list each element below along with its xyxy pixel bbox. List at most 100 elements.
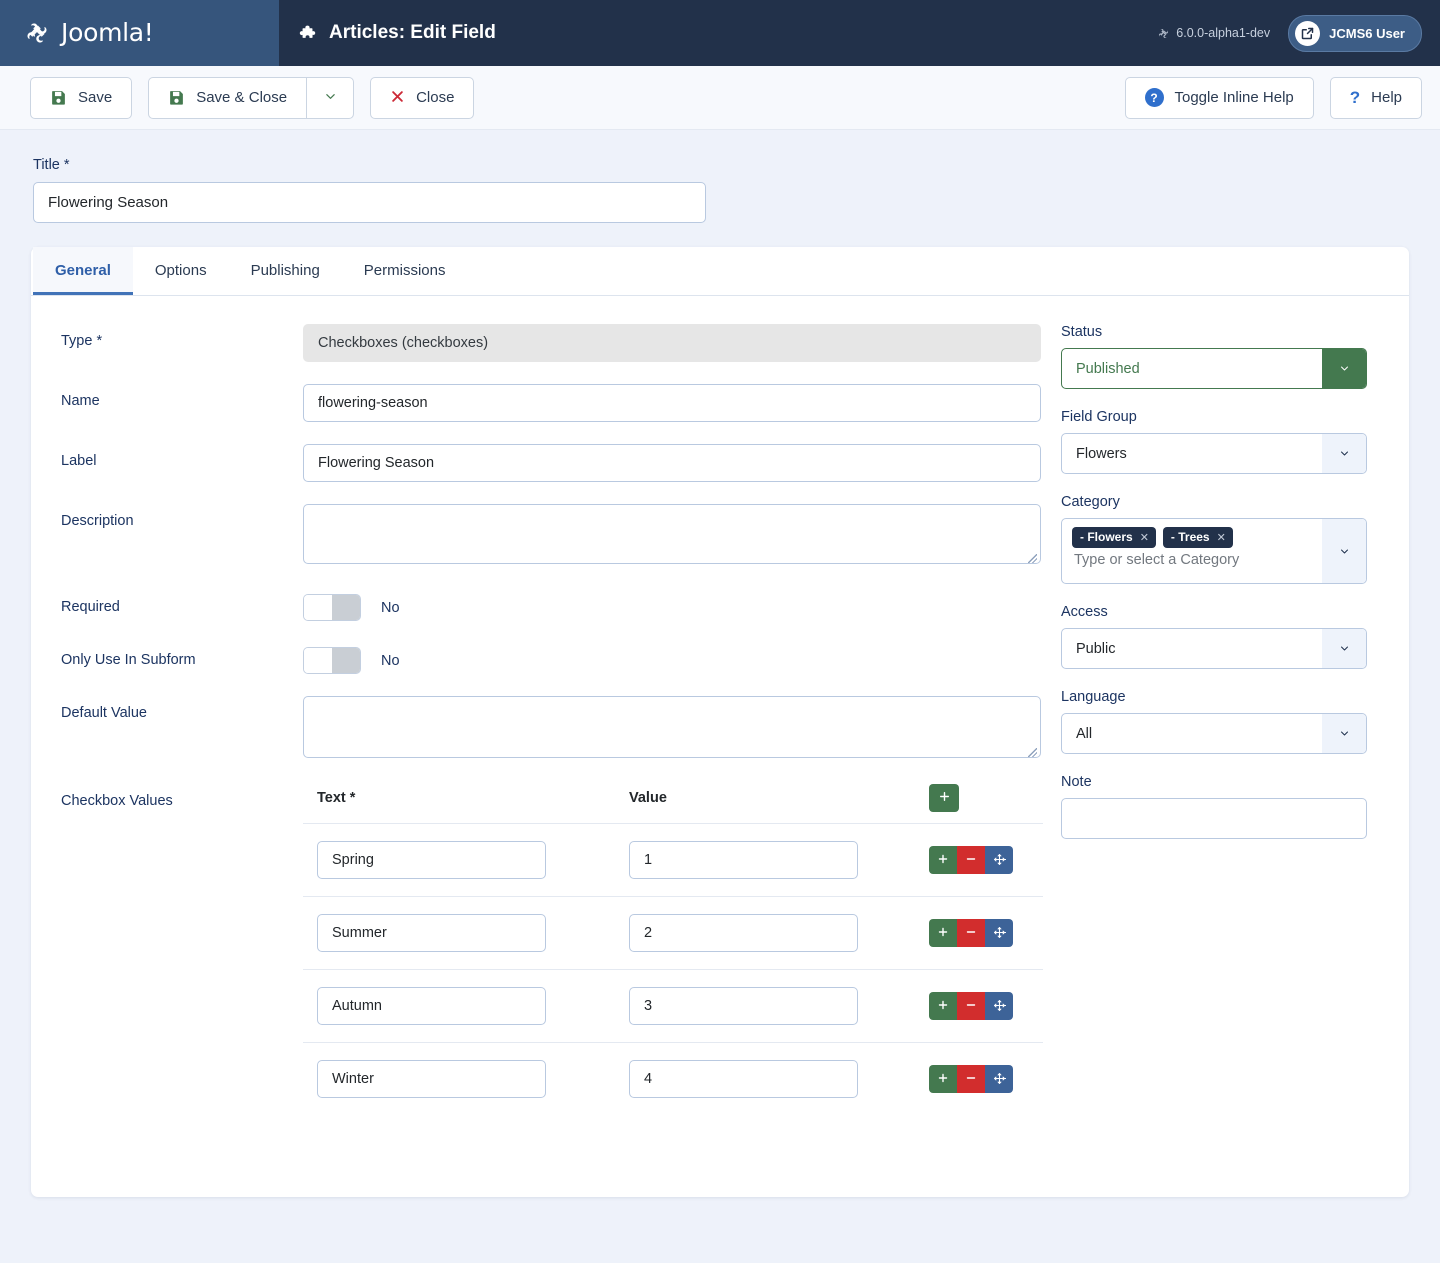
required-toggle[interactable] xyxy=(303,594,361,621)
close-button[interactable]: Close xyxy=(370,77,474,119)
toggle-inline-help-label: Toggle Inline Help xyxy=(1175,89,1294,106)
name-input[interactable] xyxy=(303,384,1041,422)
field-group-select[interactable]: Flowers xyxy=(1061,433,1367,474)
row-remove-button[interactable] xyxy=(957,919,985,947)
tab-general[interactable]: General xyxy=(33,247,133,295)
table-row xyxy=(303,823,1043,896)
field-row-required: Required No xyxy=(61,590,1051,621)
chevron-down-icon xyxy=(1322,349,1366,388)
external-link-icon xyxy=(1295,21,1320,46)
language-value: All xyxy=(1062,714,1322,753)
user-name: JCMS6 User xyxy=(1329,26,1405,41)
app-header: Joomla! Articles: Edit Field 6.0.0-alpha… xyxy=(0,0,1440,66)
toggle-inline-help-button[interactable]: ? Toggle Inline Help xyxy=(1125,77,1314,119)
save-button-label: Save xyxy=(78,89,112,106)
title-input[interactable] xyxy=(33,182,706,223)
tab-publishing[interactable]: Publishing xyxy=(229,247,342,295)
sidebar-field-category: Category - Flowers✕- Trees✕ Type or sele… xyxy=(1061,494,1391,584)
row-actions xyxy=(927,919,1013,947)
row-move-handle[interactable] xyxy=(985,992,1013,1020)
row-remove-button[interactable] xyxy=(957,1065,985,1093)
row-text-input[interactable] xyxy=(317,841,546,879)
column-header-text: Text * xyxy=(303,790,615,806)
row-value-input[interactable] xyxy=(629,841,858,879)
required-toggle-state: No xyxy=(381,600,400,616)
row-add-button[interactable] xyxy=(929,846,957,874)
description-textarea[interactable] xyxy=(303,504,1041,564)
question-mark-icon: ? xyxy=(1350,88,1360,108)
row-text-input[interactable] xyxy=(317,914,546,952)
field-row-label: Label xyxy=(61,444,1051,482)
row-add-button[interactable] xyxy=(929,992,957,1020)
language-select[interactable]: All xyxy=(1061,713,1367,754)
row-text-input[interactable] xyxy=(317,1060,546,1098)
puzzle-piece-icon xyxy=(299,24,318,43)
tab-permissions[interactable]: Permissions xyxy=(342,247,468,295)
chevron-down-icon[interactable] xyxy=(1322,519,1366,583)
row-add-button[interactable] xyxy=(929,1065,957,1093)
row-add-button[interactable] xyxy=(929,919,957,947)
row-move-handle[interactable] xyxy=(985,919,1013,947)
tab-general-label: General xyxy=(55,262,111,279)
sidebar-field-access: Access Public xyxy=(1061,604,1391,669)
field-row-default-value: Default Value xyxy=(61,696,1051,762)
move-arrows-icon xyxy=(993,853,1006,868)
row-remove-button[interactable] xyxy=(957,846,985,874)
save-and-close-button[interactable]: Save & Close xyxy=(148,77,306,119)
field-group-value: Flowers xyxy=(1062,434,1322,473)
row-move-handle[interactable] xyxy=(985,1065,1013,1093)
save-button[interactable]: Save xyxy=(30,77,132,119)
joomla-logo-link[interactable]: Joomla! xyxy=(22,18,154,48)
question-circle-icon: ? xyxy=(1145,88,1164,107)
row-value-cell xyxy=(615,987,927,1025)
x-mark-icon xyxy=(390,89,405,107)
x-small-icon[interactable]: ✕ xyxy=(1217,531,1226,544)
name-label: Name xyxy=(61,384,303,409)
category-chip[interactable]: - Flowers ✕ xyxy=(1072,527,1156,548)
row-value-input[interactable] xyxy=(629,1060,858,1098)
tab-permissions-label: Permissions xyxy=(364,262,446,279)
field-row-type: Type * xyxy=(61,324,1051,362)
row-value-input[interactable] xyxy=(629,987,858,1025)
row-value-cell xyxy=(615,914,927,952)
access-select[interactable]: Public xyxy=(1061,628,1367,669)
user-menu-button[interactable]: JCMS6 User xyxy=(1288,15,1422,52)
row-text-cell xyxy=(303,841,615,879)
x-small-icon[interactable]: ✕ xyxy=(1140,531,1149,544)
chevron-down-icon xyxy=(1322,629,1366,668)
add-row-button[interactable] xyxy=(929,784,959,812)
title-field-label: Title * xyxy=(33,157,1440,173)
label-input[interactable] xyxy=(303,444,1041,482)
subform-rows xyxy=(303,823,1043,1115)
row-move-handle[interactable] xyxy=(985,846,1013,874)
category-chip-label: - Flowers xyxy=(1080,530,1133,544)
toolbar: Save Save & Close xyxy=(0,66,1440,130)
save-options-dropdown-button[interactable] xyxy=(306,77,354,119)
row-text-input[interactable] xyxy=(317,987,546,1025)
tab-options[interactable]: Options xyxy=(133,247,229,295)
row-value-input[interactable] xyxy=(629,914,858,952)
table-row xyxy=(303,1042,1043,1115)
note-input[interactable] xyxy=(1061,798,1367,839)
language-label: Language xyxy=(1061,689,1391,705)
help-button[interactable]: ? Help xyxy=(1330,77,1422,119)
tab-options-label: Options xyxy=(155,262,207,279)
type-input xyxy=(303,324,1041,362)
page-heading: Articles: Edit Field xyxy=(299,22,496,44)
brand-area: Joomla! xyxy=(0,0,279,66)
move-arrows-icon xyxy=(993,1072,1006,1087)
only-use-in-subform-toggle[interactable] xyxy=(303,647,361,674)
plus-icon xyxy=(937,853,949,867)
row-remove-button[interactable] xyxy=(957,992,985,1020)
field-group-label: Field Group xyxy=(1061,409,1391,425)
category-chip-list: - Flowers✕- Trees✕ xyxy=(1072,527,1312,548)
category-chip[interactable]: - Trees✕ xyxy=(1163,527,1233,548)
default-value-textarea[interactable] xyxy=(303,696,1041,758)
category-multiselect[interactable]: - Flowers✕- Trees✕ Type or select a Cate… xyxy=(1061,518,1367,584)
help-button-label: Help xyxy=(1371,89,1402,106)
status-select[interactable]: Published xyxy=(1061,348,1367,389)
subform-header: Text * Value xyxy=(303,784,1043,823)
minus-icon xyxy=(965,853,977,867)
category-choices-inner: - Flowers✕- Trees✕ Type or select a Cate… xyxy=(1062,519,1322,583)
row-actions xyxy=(927,1065,1013,1093)
